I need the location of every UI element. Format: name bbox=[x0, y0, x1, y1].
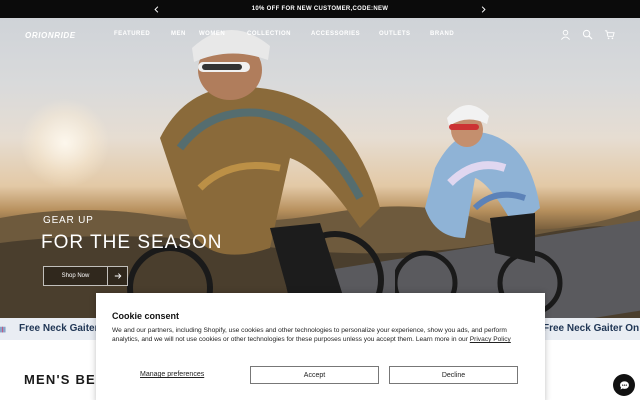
nav-item-women[interactable]: WOMEN bbox=[199, 31, 239, 37]
cart-icon[interactable] bbox=[604, 29, 615, 40]
marquee-item: Free Neck Gaiter On On bbox=[543, 323, 640, 334]
decline-button[interactable]: Decline bbox=[389, 366, 518, 384]
nav-item-collection[interactable]: COLLECTION bbox=[247, 31, 297, 37]
hero-headline: FOR THE SEASON bbox=[41, 232, 223, 253]
announcement-prev-button[interactable] bbox=[147, 0, 165, 18]
shop-now-button[interactable]: Shop Now bbox=[43, 266, 128, 286]
chevron-right-icon bbox=[481, 5, 486, 13]
hero-eyebrow: GEAR UP bbox=[43, 215, 94, 226]
section-title: MEN'S BE bbox=[24, 372, 96, 387]
nav-item-outlets[interactable]: OUTLETS bbox=[379, 31, 417, 37]
site-header: ORIONRIDE FEATURED MEN WOMEN COLLECTION … bbox=[0, 18, 640, 52]
nav-item-featured[interactable]: FEATURED bbox=[114, 31, 154, 37]
nav-item-men[interactable]: MEN bbox=[171, 31, 200, 37]
rider-male-image bbox=[127, 29, 384, 318]
sun-glow bbox=[20, 98, 110, 188]
chat-icon bbox=[619, 380, 629, 390]
accept-button[interactable]: Accept bbox=[250, 366, 379, 384]
shop-now-label: Shop Now bbox=[61, 273, 90, 279]
announcement-bar: 10% OFF FOR NEW CUSTOMER,CODE:NEW bbox=[0, 0, 640, 18]
cookie-title: Cookie consent bbox=[112, 311, 180, 321]
chevron-left-icon bbox=[153, 5, 158, 13]
cookie-body-text: We and our partners, including Shopify, … bbox=[112, 327, 507, 343]
manage-preferences-link[interactable]: Manage preferences bbox=[140, 371, 204, 378]
search-icon[interactable] bbox=[582, 29, 593, 40]
brand-logo[interactable]: ORIONRIDE bbox=[25, 31, 76, 40]
account-icon[interactable] bbox=[560, 29, 571, 40]
chat-button[interactable] bbox=[613, 374, 635, 396]
announcement-next-button[interactable] bbox=[474, 0, 492, 18]
announcement-text: 10% OFF FOR NEW CUSTOMER,CODE:NEW bbox=[251, 6, 389, 12]
main-nav: FEATURED MEN WOMEN COLLECTION ACCESSORIE… bbox=[114, 31, 460, 37]
nav-item-brand[interactable]: BRAND bbox=[430, 31, 460, 37]
privacy-policy-link[interactable]: Privacy Policy bbox=[470, 336, 511, 343]
arrow-right-icon bbox=[107, 267, 127, 285]
cookie-consent-dialog: Cookie consent We and our partners, incl… bbox=[96, 293, 545, 400]
rider-female-image bbox=[395, 104, 563, 316]
cookie-body: We and our partners, including Shopify, … bbox=[112, 326, 532, 344]
nav-item-accessories[interactable]: ACCESSORIES bbox=[311, 31, 367, 37]
gift-icon bbox=[0, 326, 6, 333]
header-icons bbox=[560, 29, 615, 40]
